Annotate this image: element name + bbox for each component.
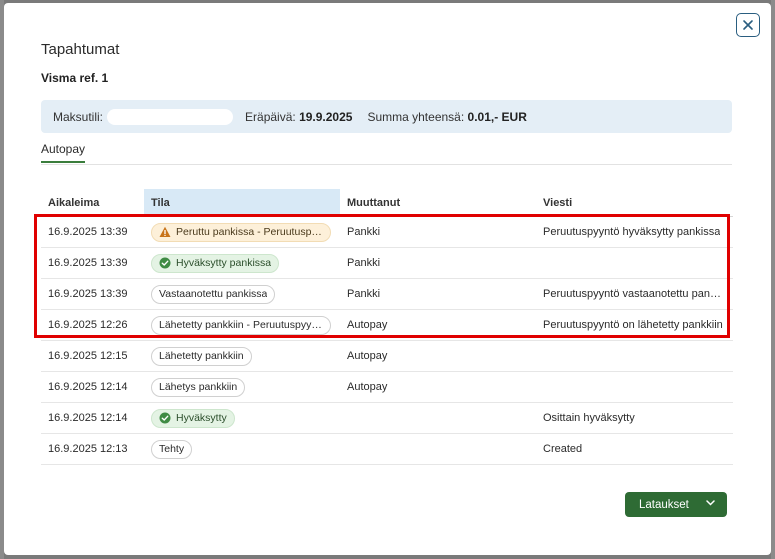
close-button[interactable] <box>736 13 760 37</box>
payment-info-bar: Maksutili: Eräpäivä: 19.9.2025 Summa yht… <box>41 100 732 133</box>
cell-status: Peruttu pankissa - Peruutuspyyntö hyväks… <box>144 216 340 248</box>
cell-message: Osittain hyväksytty <box>536 402 733 434</box>
status-label: Peruttu pankissa - Peruutuspyyntö hyväks… <box>176 226 323 238</box>
due-date-label: Eräpäivä: <box>245 109 296 124</box>
table-row: 16.9.2025 13:39 Peruttu pankissa - Peruut… <box>41 216 733 248</box>
table-row: 16.9.2025 12:15 Lähetetty pankkiin Autopay <box>41 340 733 372</box>
check-circle-icon <box>159 412 171 424</box>
status-label: Hyväksytty pankissa <box>176 257 272 269</box>
status-label: Tehty <box>159 443 185 455</box>
status-badge: Lähetys pankkiin <box>151 377 246 397</box>
cell-changed-by: Pankki <box>340 216 536 248</box>
status-label: Hyväksytty <box>176 412 227 424</box>
message-text: Peruutuspyyntö on lähetetty pankkiin <box>543 319 723 332</box>
total-label: Summa yhteensä: <box>367 109 465 124</box>
events-dialog: Tapahtumat Visma ref. 1 Maksutili: Eräpä… <box>4 3 771 555</box>
downloads-label: Lataukset <box>639 498 689 511</box>
status-label: Lähetetty pankkiin - Peruutuspyyntö <box>159 319 323 331</box>
cell-status: Hyväksytty pankissa <box>144 247 340 279</box>
cell-message: Peruutuspyyntö on lähetetty pankkiin <box>536 309 733 341</box>
cell-message <box>536 371 733 403</box>
message-text: Osittain hyväksytty <box>543 412 635 425</box>
cell-timestamp: 16.9.2025 13:39 <box>41 278 144 310</box>
cell-status: Vastaanotettu pankissa <box>144 278 340 310</box>
cell-message <box>536 247 733 279</box>
status-label: Lähetys pankkiin <box>159 381 238 393</box>
status-badge: Peruttu pankissa - Peruutuspyyntö hyväks… <box>151 222 331 242</box>
downloads-button[interactable]: Lataukset <box>625 492 727 517</box>
close-icon <box>743 20 753 30</box>
cell-status: Tehty <box>144 433 340 465</box>
cell-timestamp: 16.9.2025 12:14 <box>41 371 144 403</box>
cell-timestamp: 16.9.2025 12:26 <box>41 309 144 341</box>
cell-timestamp: 16.9.2025 12:15 <box>41 340 144 372</box>
cell-timestamp: 16.9.2025 13:39 <box>41 247 144 279</box>
status-badge: Vastaanotettu pankissa <box>151 284 276 304</box>
cell-changed-by: Autopay <box>340 371 536 403</box>
chevron-down-icon <box>706 500 715 506</box>
table-header-row: Aikaleima Tila Muuttanut Viesti <box>41 189 733 217</box>
due-date-value: 19.9.2025 <box>299 109 353 124</box>
cell-timestamp: 16.9.2025 12:13 <box>41 433 144 465</box>
cell-message <box>536 340 733 372</box>
table-row: 16.9.2025 12:13 Tehty Created <box>41 433 733 465</box>
cell-message: Peruutuspyyntö hyväksytty pankissa <box>536 216 733 248</box>
cell-status: Hyväksytty <box>144 402 340 434</box>
cell-changed-by <box>340 433 536 465</box>
check-circle-icon <box>159 257 171 269</box>
table-row: 16.9.2025 12:14 Hyväksytty Osittain hyväks… <box>41 402 733 434</box>
table-row: 16.9.2025 13:39 Hyväksytty pankissa Pankki <box>41 247 733 279</box>
cell-timestamp: 16.9.2025 12:14 <box>41 402 144 434</box>
cell-status: Lähetetty pankkiin - Peruutuspyyntö <box>144 309 340 341</box>
dialog-title: Tapahtumat <box>41 41 120 58</box>
message-text: Peruutuspyyntö hyväksytty pankissa <box>543 226 721 239</box>
message-text: Created <box>543 443 583 456</box>
account-label: Maksutili: <box>53 109 104 124</box>
warning-icon <box>159 226 171 237</box>
cell-timestamp: 16.9.2025 13:39 <box>41 216 144 248</box>
cell-status: Lähetetty pankkiin <box>144 340 340 372</box>
status-label: Lähetetty pankkiin <box>159 350 244 362</box>
column-header-status[interactable]: Tila <box>144 189 340 217</box>
cell-message: Peruutuspyyntö vastaanotettu pankissa <box>536 278 733 310</box>
cell-changed-by: Autopay <box>340 309 536 341</box>
cell-message: Created <box>536 433 733 465</box>
column-header-timestamp[interactable]: Aikaleima <box>41 189 144 217</box>
status-badge: Lähetetty pankkiin - Peruutuspyyntö <box>151 315 331 335</box>
status-badge: Tehty <box>151 439 193 459</box>
total-value: 0.01,- EUR <box>467 109 527 124</box>
status-badge: Hyväksytty <box>151 408 235 428</box>
tab-bar: Autopay <box>41 142 732 165</box>
column-header-changed-by[interactable]: Muuttanut <box>340 189 536 217</box>
account-value <box>107 108 234 125</box>
table-row: 16.9.2025 12:14 Lähetys pankkiin Autopay <box>41 371 733 403</box>
cell-changed-by: Autopay <box>340 340 536 372</box>
cell-changed-by: Pankki <box>340 247 536 279</box>
cell-status: Lähetys pankkiin <box>144 371 340 403</box>
status-label: Vastaanotettu pankissa <box>159 288 268 300</box>
message-text: Peruutuspyyntö vastaanotettu pankissa <box>543 288 725 301</box>
status-badge: Lähetetty pankkiin <box>151 346 252 366</box>
column-header-message[interactable]: Viesti <box>536 189 733 217</box>
tab-autopay[interactable]: Autopay <box>41 142 86 163</box>
dialog-subtitle: Visma ref. 1 <box>41 71 109 85</box>
table-row: 16.9.2025 12:26 Lähetetty pankkiin - Peru… <box>41 309 733 341</box>
status-badge: Hyväksytty pankissa <box>151 253 280 273</box>
cell-changed-by <box>340 402 536 434</box>
cell-changed-by: Pankki <box>340 278 536 310</box>
events-table: Aikaleima Tila Muuttanut Viesti 16.9.202… <box>41 189 733 465</box>
table-row: 16.9.2025 13:39 Vastaanotettu pankissa Pan… <box>41 278 733 310</box>
backdrop-right <box>771 0 775 559</box>
